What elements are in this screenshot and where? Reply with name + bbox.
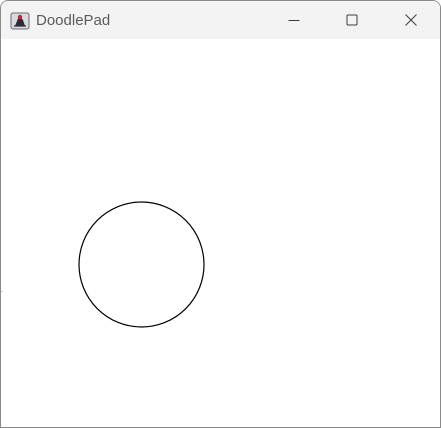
maximize-button[interactable] (323, 1, 381, 39)
app-window: DoodlePad (0, 0, 441, 428)
resize-edge-mark (1, 291, 3, 292)
drawing-canvas[interactable] (1, 39, 440, 427)
minimize-button[interactable] (265, 1, 323, 39)
maximize-icon (346, 14, 358, 26)
app-icon (10, 12, 30, 30)
drawn-circle (78, 201, 205, 328)
minimize-icon (288, 20, 300, 21)
close-icon (405, 14, 417, 26)
window-title: DoodlePad (36, 12, 111, 29)
title-bar[interactable]: DoodlePad (1, 1, 440, 39)
close-button[interactable] (382, 1, 440, 39)
canvas-drawing (78, 201, 205, 328)
